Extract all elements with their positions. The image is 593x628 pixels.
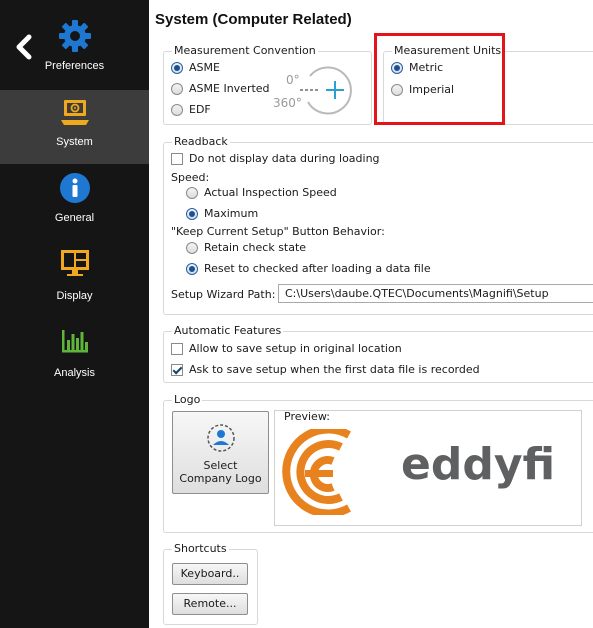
checkbox[interactable] — [171, 343, 183, 355]
page-title: System (Computer Related) — [155, 11, 352, 28]
radio-button[interactable] — [186, 187, 198, 199]
checkbox-label: Ask to save setup when the first data fi… — [189, 363, 480, 376]
group-legend: Logo — [172, 393, 203, 407]
radio-button[interactable] — [171, 104, 183, 116]
radio-label: Retain check state — [204, 241, 307, 254]
radio-button[interactable] — [171, 83, 183, 95]
info-icon — [0, 172, 149, 204]
radio-button[interactable] — [186, 263, 198, 275]
preview-label: Preview: — [284, 410, 330, 423]
radio-label: Reset to checked after loading a data fi… — [204, 262, 431, 275]
group-legend: Measurement Convention — [172, 44, 318, 58]
radio-label: Imperial — [409, 83, 455, 96]
radio-label: Maximum — [204, 207, 259, 220]
analysis-chart-icon — [0, 326, 149, 356]
eddyfi-logo-text: eddyfi — [401, 439, 556, 490]
checkbox-no-display[interactable]: Do not display data during loading — [171, 152, 380, 166]
gear-icon — [0, 16, 149, 56]
eddyfi-logo-mark — [281, 425, 401, 518]
remote-button[interactable]: Remote... — [172, 593, 248, 615]
group-legend: Automatic Features — [172, 324, 284, 338]
radio-label: Metric — [409, 61, 444, 74]
sidebar-item-analysis[interactable]: Analysis — [0, 320, 149, 394]
select-logo-line2: Company Logo — [179, 472, 262, 485]
sidebar-item-preferences[interactable]: Preferences — [0, 8, 149, 82]
group-legend: Measurement Units — [392, 44, 504, 58]
sidebar-item-label: General — [54, 212, 95, 224]
wizard-path-label: Setup Wizard Path: — [171, 288, 276, 301]
checkbox[interactable] — [171, 153, 183, 165]
sidebar: Preferences System General Display Analy… — [0, 0, 149, 628]
radio-button[interactable] — [186, 242, 198, 254]
radio-label: Actual Inspection Speed — [204, 186, 337, 199]
system-icon — [0, 98, 149, 128]
checkbox-label: Do not display data during loading — [189, 152, 380, 165]
logo-preview-box: Preview: eddyfi — [274, 410, 582, 526]
radio-metric[interactable]: Metric — [391, 61, 443, 75]
wizard-path-input[interactable]: C:\Users\daube.QTEC\Documents\Magnifi\Se… — [278, 284, 593, 303]
keep-setup-label: "Keep Current Setup" Button Behavior: — [171, 225, 385, 238]
sidebar-item-system[interactable]: System — [0, 90, 149, 164]
radio-asme-inverted[interactable]: ASME Inverted — [171, 82, 270, 96]
radio-maximum[interactable]: Maximum — [186, 207, 258, 221]
user-icon — [206, 423, 236, 457]
radio-button[interactable] — [171, 62, 183, 74]
radio-label: EDF — [189, 103, 211, 116]
radio-button[interactable] — [391, 62, 403, 74]
select-company-logo-button[interactable]: Select Company Logo — [172, 411, 269, 494]
radio-asme[interactable]: ASME — [171, 61, 220, 75]
convention-diagram-icon — [296, 62, 358, 123]
radio-reset-checked[interactable]: Reset to checked after loading a data fi… — [186, 262, 431, 276]
radio-label: ASME — [189, 61, 220, 74]
checkbox-label: Allow to save setup in original location — [189, 342, 402, 355]
group-legend: Shortcuts — [172, 542, 229, 556]
group-legend: Readback — [172, 135, 230, 149]
sidebar-item-label: Analysis — [54, 367, 95, 379]
sidebar-item-label: Display — [56, 290, 93, 302]
checkbox-allow-save[interactable]: Allow to save setup in original location — [171, 342, 402, 356]
radio-button[interactable] — [186, 208, 198, 220]
radio-retain-check[interactable]: Retain check state — [186, 241, 306, 255]
radio-edf[interactable]: EDF — [171, 103, 211, 117]
checkbox-ask-save[interactable]: Ask to save setup when the first data fi… — [171, 363, 480, 377]
radio-label: ASME Inverted — [189, 82, 270, 95]
sidebar-item-display[interactable]: Display — [0, 243, 149, 317]
sidebar-item-label: System — [56, 136, 93, 148]
display-icon — [0, 247, 149, 279]
checkbox[interactable] — [171, 364, 183, 376]
speed-label: Speed: — [171, 171, 210, 184]
radio-imperial[interactable]: Imperial — [391, 83, 454, 97]
keyboard-button[interactable]: Keyboard.. — [172, 563, 248, 585]
radio-actual-speed[interactable]: Actual Inspection Speed — [186, 186, 337, 200]
sidebar-item-label: Preferences — [44, 60, 105, 72]
sidebar-item-general[interactable]: General — [0, 166, 149, 240]
select-logo-line1: Select — [203, 459, 238, 472]
radio-button[interactable] — [391, 84, 403, 96]
